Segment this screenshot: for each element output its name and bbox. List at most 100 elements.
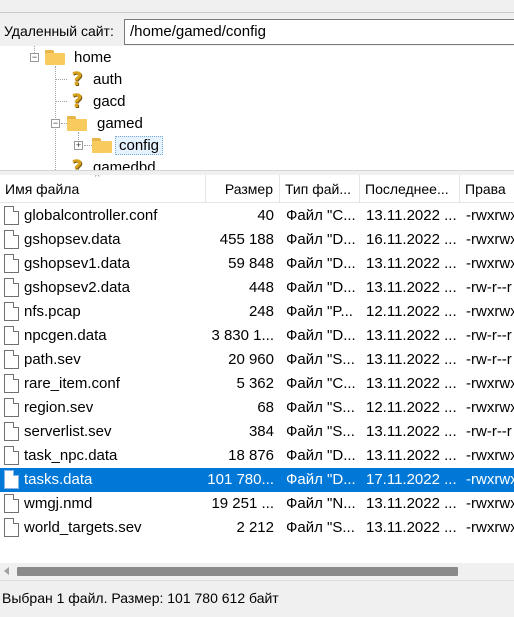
- file-type: Файл "C...: [286, 207, 356, 224]
- file-row[interactable]: gshopsev2.data 448 Файл "D... 13.11.2022…: [0, 276, 514, 300]
- file-row[interactable]: task_npc.data 18 876 Файл "D... 13.11.20…: [0, 444, 514, 468]
- file-size: 248: [248, 303, 274, 320]
- scroll-left-icon[interactable]: [4, 567, 9, 575]
- horizontal-scrollbar[interactable]: [0, 563, 514, 580]
- top-strip: [0, 0, 514, 18]
- file-type: Файл "D...: [286, 471, 356, 488]
- tree-node-gacd[interactable]: ? gacd: [67, 90, 129, 112]
- file-row[interactable]: rare_item.conf 5 362 Файл "C... 13.11.20…: [0, 372, 514, 396]
- tree-node-auth[interactable]: ? auth: [67, 68, 125, 90]
- file-name: region.sev: [24, 399, 94, 416]
- file-modified: 13.11.2022 ...: [366, 351, 457, 368]
- file-modified: 13.11.2022 ...: [366, 279, 457, 296]
- tree-node-label: gamed: [97, 114, 143, 132]
- file-icon: [4, 374, 19, 393]
- file-icon: [4, 422, 19, 441]
- file-type: Файл "D...: [286, 279, 356, 296]
- file-row[interactable]: world_targets.sev 2 212 Файл "S... 13.11…: [0, 516, 514, 540]
- file-modified: 13.11.2022 ...: [366, 255, 457, 272]
- file-row[interactable]: npcgen.data 3 830 1... Файл "D... 13.11.…: [0, 324, 514, 348]
- file-row[interactable]: path.sev 20 960 Файл "S... 13.11.2022 ..…: [0, 348, 514, 372]
- file-modified: 12.11.2022 ...: [366, 399, 457, 416]
- tree-node-gamedbd[interactable]: ? gamedbd: [67, 156, 159, 170]
- file-name: npcgen.data: [24, 327, 107, 344]
- column-rights-header[interactable]: Права: [460, 175, 514, 203]
- question-icon: ?: [71, 156, 83, 170]
- column-name-label: Имя файла: [5, 181, 80, 197]
- file-size: 20 960: [228, 351, 274, 368]
- file-rights: -rw-r--r: [466, 279, 512, 296]
- file-icon: [4, 350, 19, 369]
- file-rights: -rwxrwx: [466, 399, 514, 416]
- file-row[interactable]: gshopsev1.data 59 848 Файл "D... 13.11.2…: [0, 252, 514, 276]
- file-size: 101 780...: [207, 471, 274, 488]
- file-rights: -rwxrwx: [466, 303, 514, 320]
- tree-node-label: gamedbd: [93, 158, 156, 171]
- file-type: Файл "C...: [286, 375, 356, 392]
- file-type: Файл "S...: [286, 399, 355, 416]
- file-icon: [4, 254, 19, 273]
- file-size: 40: [257, 207, 274, 224]
- directory-tree[interactable]: − home ? auth ? gacd − gamed + config ? …: [0, 46, 514, 170]
- tree-node-label: gacd: [93, 92, 126, 110]
- file-rights: -rwxrwx: [466, 447, 514, 464]
- column-header: ^ Имя файла Размер Тип фай... Последнее.…: [0, 175, 514, 203]
- column-name-header[interactable]: ^ Имя файла: [0, 175, 206, 203]
- file-rights: -rwxrwx: [466, 207, 514, 224]
- file-rights: -rw-r--r: [466, 351, 512, 368]
- file-row[interactable]: nfs.pcap 248 Файл "P... 12.11.2022 ... -…: [0, 300, 514, 324]
- file-row[interactable]: region.sev 68 Файл "S... 12.11.2022 ... …: [0, 396, 514, 420]
- tree-node-home[interactable]: home: [45, 46, 115, 68]
- tree-node-config[interactable]: config: [92, 134, 164, 156]
- expand-config-icon[interactable]: +: [74, 141, 83, 150]
- file-type: Файл "D...: [286, 255, 356, 272]
- file-modified: 13.11.2022 ...: [366, 447, 457, 464]
- file-rights: -rwxrwx: [466, 255, 514, 272]
- file-name: gshopsev.data: [24, 231, 121, 248]
- file-modified: 13.11.2022 ...: [366, 375, 457, 392]
- column-size-header[interactable]: Размер: [206, 175, 280, 203]
- file-row-selected[interactable]: tasks.data 101 780... Файл "D... 17.11.2…: [0, 468, 514, 492]
- file-row[interactable]: gshopsev.data 455 188 Файл "D... 16.11.2…: [0, 228, 514, 252]
- file-modified: 16.11.2022 ...: [366, 231, 457, 248]
- remote-site-bar: Удаленный сайт: /home/gamed/config: [0, 18, 514, 46]
- file-icon: [4, 206, 19, 225]
- collapse-gamed-icon[interactable]: −: [51, 119, 60, 128]
- question-icon: ?: [71, 68, 83, 90]
- column-type-header[interactable]: Тип фай...: [280, 175, 360, 203]
- remote-path-input[interactable]: /home/gamed/config: [124, 19, 514, 45]
- file-rights: -rw-r--r: [466, 423, 512, 440]
- file-size: 384: [248, 423, 274, 440]
- file-rights: -rwxrwx: [466, 231, 514, 248]
- column-rights-label: Права: [465, 181, 506, 197]
- file-row[interactable]: serverlist.sev 384 Файл "S... 13.11.2022…: [0, 420, 514, 444]
- file-name: tasks.data: [24, 471, 93, 488]
- column-type-label: Тип фай...: [285, 181, 352, 197]
- folder-icon: [45, 49, 65, 65]
- file-type: Файл "D...: [286, 447, 356, 464]
- file-row[interactable]: globalcontroller.conf 40 Файл "C... 13.1…: [0, 204, 514, 228]
- scrollbar-thumb[interactable]: [17, 567, 458, 576]
- column-size-label: Размер: [224, 181, 273, 197]
- file-icon: [4, 470, 19, 489]
- file-icon: [4, 302, 19, 321]
- file-type: Файл "N...: [286, 495, 356, 512]
- collapse-home-icon[interactable]: −: [30, 53, 39, 62]
- file-name: gshopsev1.data: [24, 255, 130, 272]
- file-name: gshopsev2.data: [24, 279, 130, 296]
- column-modified-label: Последнее...: [365, 181, 449, 197]
- column-modified-header[interactable]: Последнее...: [360, 175, 460, 203]
- file-size: 18 876: [228, 447, 274, 464]
- sort-ascending-icon: ^: [95, 175, 100, 183]
- file-modified: 13.11.2022 ...: [366, 495, 457, 512]
- file-row[interactable]: wmgj.nmd 19 251 ... Файл "N... 13.11.202…: [0, 492, 514, 516]
- tree-node-gamed[interactable]: gamed: [67, 112, 146, 134]
- file-type: Файл "S...: [286, 351, 355, 368]
- file-rights: -rwxrwx: [466, 471, 514, 488]
- question-icon: ?: [71, 90, 83, 112]
- file-size: 5 362: [236, 375, 274, 392]
- file-type: Файл "S...: [286, 519, 355, 536]
- remote-site-label: Удаленный сайт:: [4, 23, 114, 39]
- file-name: nfs.pcap: [24, 303, 81, 320]
- file-name: task_npc.data: [24, 447, 118, 464]
